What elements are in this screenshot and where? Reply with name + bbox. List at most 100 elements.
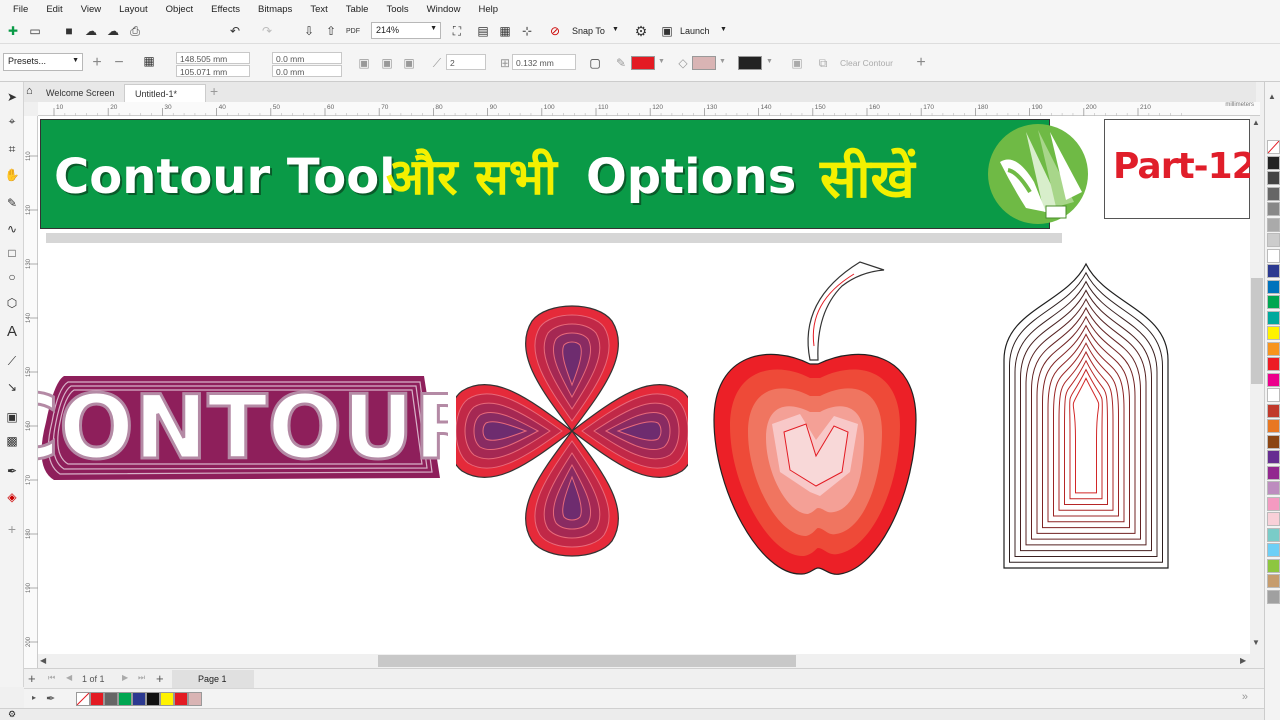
dome-contour-artwork[interactable]	[1000, 260, 1172, 572]
palette-swatch[interactable]	[1267, 543, 1280, 557]
full-screen-icon[interactable]: ⛶	[448, 22, 466, 40]
menu-item-bitmaps[interactable]: Bitmaps	[249, 4, 301, 15]
palette-swatch[interactable]	[1267, 202, 1280, 216]
outline-pen-icon[interactable]: ✎	[612, 54, 630, 72]
publish-pdf-icon[interactable]: PDF	[344, 22, 362, 40]
connector-tool-icon[interactable]: ↘	[3, 378, 21, 396]
snap-to-dropdown[interactable]: Snap To	[572, 26, 605, 36]
drawing-canvas[interactable]: Contour Tool और सभी Options सीखें Part-1…	[38, 116, 1250, 654]
show-grid-icon[interactable]: ▦	[496, 22, 514, 40]
polygon-tool-icon[interactable]: ⬡	[3, 294, 21, 312]
cloud-download-icon[interactable]: ☁	[104, 22, 122, 40]
document-palette-swatch[interactable]	[90, 692, 104, 706]
document-palette-swatch[interactable]	[118, 692, 132, 706]
shape-tool-icon[interactable]: ⌖	[3, 112, 21, 130]
document-palette-swatch[interactable]	[160, 692, 174, 706]
export-icon[interactable]: ⇧	[322, 22, 340, 40]
palette-swatch[interactable]	[1267, 450, 1280, 464]
height-field[interactable]: 0.0 mm	[272, 65, 342, 77]
add-icon[interactable]: +	[912, 54, 930, 72]
outline-color-swatch[interactable]	[631, 56, 655, 70]
menu-item-effects[interactable]: Effects	[202, 4, 249, 15]
vertical-scroll-thumb[interactable]	[1251, 278, 1263, 384]
to-center-icon[interactable]: ▣	[355, 54, 373, 72]
vertical-ruler[interactable]: 110120130140150160170180190200210	[24, 116, 38, 701]
x-position-field[interactable]: 148.505 mm	[176, 52, 250, 64]
palette-swatch[interactable]	[1267, 155, 1280, 170]
print-icon[interactable]: ⎙	[126, 22, 144, 40]
palette-menu-icon[interactable]: ▸	[32, 693, 36, 702]
gear-icon[interactable]: ⚙	[632, 22, 650, 40]
undo-icon[interactable]: ↶	[226, 22, 244, 40]
freehand-tool-icon[interactable]: ✎	[3, 194, 21, 212]
palette-swatch[interactable]	[1267, 217, 1280, 232]
contour-offset-field[interactable]: 0.132 mm	[512, 54, 576, 70]
palette-swatch[interactable]	[1267, 496, 1280, 511]
palette-swatch[interactable]	[1267, 589, 1280, 604]
fill-bucket-icon[interactable]: ◇	[674, 54, 692, 72]
document-palette-swatch[interactable]	[188, 692, 202, 706]
zoom-level-combo[interactable]: 214% ▼	[371, 22, 441, 39]
remove-preset-icon[interactable]: −	[110, 54, 128, 72]
palette-swatch[interactable]	[1267, 574, 1280, 588]
palette-swatch[interactable]	[1267, 279, 1280, 294]
document-palette-swatch[interactable]	[132, 692, 146, 706]
palette-swatch[interactable]	[1267, 341, 1280, 356]
palette-swatch[interactable]	[1267, 233, 1280, 247]
document-palette-swatch[interactable]	[76, 692, 90, 706]
transparency-tool-icon[interactable]: ▩	[3, 432, 21, 450]
object-origin-icon[interactable]: ▦	[140, 52, 158, 70]
inside-icon[interactable]: ▣	[378, 54, 396, 72]
apple-contour-artwork[interactable]	[710, 260, 920, 580]
presets-combo[interactable]: Presets... ▼	[3, 53, 83, 71]
contour-tool-icon[interactable]: ▣	[3, 408, 21, 426]
clover-contour-artwork[interactable]	[456, 302, 688, 560]
rectangle-tool-icon[interactable]: □	[3, 244, 21, 262]
first-page-icon[interactable]: ⏮	[48, 673, 55, 683]
menu-item-file[interactable]: File	[4, 4, 37, 15]
pan-tool-icon[interactable]: ✋	[3, 166, 21, 184]
add-preset-icon[interactable]: +	[88, 54, 106, 72]
document-palette-swatch[interactable]	[104, 692, 118, 706]
palette-swatch[interactable]	[1267, 248, 1280, 263]
palette-swatch[interactable]	[1267, 527, 1280, 542]
launch-dropdown[interactable]: Launch	[680, 26, 710, 36]
interactive-fill-icon[interactable]: ◈	[3, 488, 21, 506]
add-page-after-icon[interactable]: +	[156, 671, 164, 686]
artistic-media-icon[interactable]: ∿	[3, 220, 21, 238]
redo-icon[interactable]: ↷	[258, 22, 276, 40]
add-page-icon[interactable]: +	[28, 671, 36, 686]
menu-item-view[interactable]: View	[72, 4, 110, 15]
open-folder-icon[interactable]: ▭	[26, 22, 44, 40]
palette-swatch[interactable]	[1267, 357, 1280, 371]
text-tool-icon[interactable]: A	[3, 322, 21, 340]
menu-item-layout[interactable]: Layout	[110, 4, 157, 15]
show-guidelines-icon[interactable]: ⊹	[518, 22, 536, 40]
color-acceleration-swatch[interactable]	[738, 56, 762, 70]
document-palette-swatch[interactable]	[146, 692, 160, 706]
horizontal-scroll-thumb[interactable]	[378, 655, 796, 667]
palette-swatch[interactable]	[1267, 295, 1280, 309]
launch-icon[interactable]: ▣	[658, 22, 676, 40]
page-tab[interactable]: Page 1	[172, 670, 254, 688]
snap-off-icon[interactable]: ⊘	[546, 22, 564, 40]
palette-swatch[interactable]	[1267, 481, 1280, 495]
menu-item-object[interactable]: Object	[157, 4, 202, 15]
outside-icon[interactable]: ▣	[400, 54, 418, 72]
add-tool-icon[interactable]: +	[3, 520, 21, 538]
crop-tool-icon[interactable]: ⌗	[3, 140, 21, 158]
cloud-upload-icon[interactable]: ☁	[82, 22, 100, 40]
previous-page-icon[interactable]: ◀	[66, 673, 72, 682]
scroll-left-icon[interactable]: ◀	[40, 656, 46, 665]
document-palette-swatch[interactable]	[174, 692, 188, 706]
menu-item-table[interactable]: Table	[337, 4, 378, 15]
contour-text-artwork[interactable]: CONTOUR	[38, 356, 448, 496]
fill-color-swatch[interactable]	[692, 56, 716, 70]
eyedropper-icon[interactable]: ✒	[46, 692, 55, 705]
home-icon[interactable]: ⌂	[26, 85, 33, 97]
tab-welcome-screen[interactable]: Welcome Screen	[36, 84, 124, 102]
tab-untitled[interactable]: Untitled-1*	[124, 84, 206, 102]
menu-item-text[interactable]: Text	[301, 4, 336, 15]
menu-item-edit[interactable]: Edit	[37, 4, 71, 15]
palette-swatch[interactable]	[1267, 326, 1280, 340]
